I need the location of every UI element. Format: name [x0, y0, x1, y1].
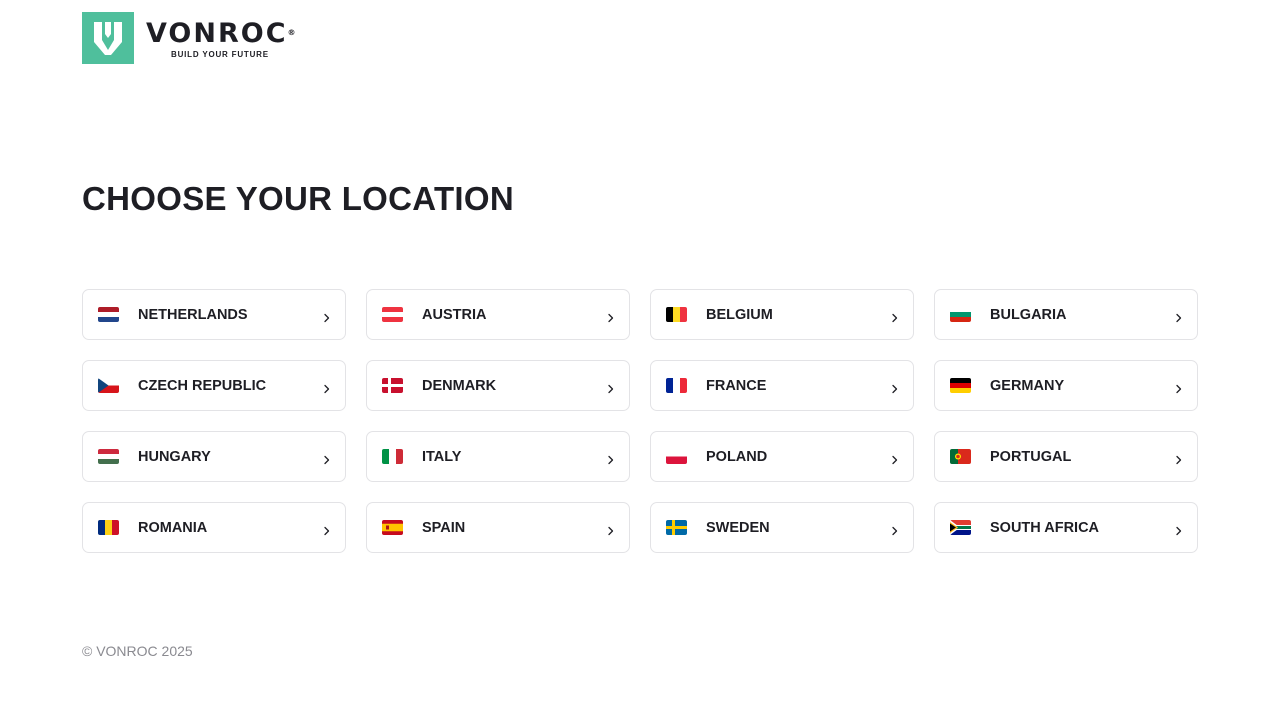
country-card-czech-republic[interactable]: CZECH REPUBLIC	[82, 360, 346, 411]
country-card-hungary[interactable]: HUNGARY	[82, 431, 346, 482]
flag-be-icon	[666, 307, 687, 322]
country-label: BELGIUM	[706, 306, 773, 323]
flag-bg-icon	[950, 307, 971, 322]
chevron-right-icon	[891, 523, 899, 535]
flag-de-icon	[950, 378, 971, 393]
country-label: PORTUGAL	[990, 448, 1072, 465]
country-card-poland[interactable]: POLAND	[650, 431, 914, 482]
country-card-germany[interactable]: GERMANY	[934, 360, 1198, 411]
vonroc-logo-link[interactable]: VONROC ® BUILD YOUR FUTURE	[82, 12, 296, 64]
country-card-sweden[interactable]: SWEDEN	[650, 502, 914, 553]
country-label: CZECH REPUBLIC	[138, 377, 267, 394]
country-label: BULGARIA	[990, 306, 1067, 323]
flag-cz-icon	[98, 378, 119, 393]
country-label: SWEDEN	[706, 519, 770, 536]
flag-ro-icon	[98, 520, 119, 535]
chevron-right-icon	[1175, 310, 1183, 322]
country-card-romania[interactable]: ROMANIA	[82, 502, 346, 553]
country-card-belgium[interactable]: BELGIUM	[650, 289, 914, 340]
chevron-right-icon	[1175, 381, 1183, 393]
country-label: DENMARK	[422, 377, 497, 394]
country-grid: NETHERLANDS AUSTRIA BELGIUM BULGARIA CZECH R…	[82, 289, 1198, 553]
footer-copyright: © VONROC 2025	[82, 643, 193, 659]
country-card-netherlands[interactable]: NETHERLANDS	[82, 289, 346, 340]
chevron-right-icon	[323, 310, 331, 322]
flag-pl-icon	[666, 449, 687, 464]
country-label: NETHERLANDS	[138, 306, 248, 323]
logo-wordmark-text: VONROC	[146, 18, 288, 49]
page-title: CHOOSE YOUR LOCATION	[82, 180, 514, 217]
country-card-bulgaria[interactable]: BULGARIA	[934, 289, 1198, 340]
chevron-right-icon	[607, 452, 615, 464]
chevron-right-icon	[891, 310, 899, 322]
chevron-right-icon	[323, 523, 331, 535]
flag-se-icon	[666, 520, 687, 535]
country-card-portugal[interactable]: PORTUGAL	[934, 431, 1198, 482]
chevron-right-icon	[323, 452, 331, 464]
chevron-right-icon	[891, 452, 899, 464]
country-card-denmark[interactable]: DENMARK	[366, 360, 630, 411]
chevron-right-icon	[1175, 452, 1183, 464]
country-card-spain[interactable]: SPAIN	[366, 502, 630, 553]
country-label: ROMANIA	[138, 519, 208, 536]
registered-mark: ®	[287, 28, 296, 37]
country-label: HUNGARY	[138, 448, 211, 465]
logo-tagline: BUILD YOUR FUTURE	[171, 50, 269, 59]
flag-pt-icon	[950, 449, 971, 464]
flag-es-icon	[382, 520, 403, 535]
country-label: SPAIN	[422, 519, 466, 536]
chevron-right-icon	[607, 310, 615, 322]
country-label: AUSTRIA	[422, 306, 487, 323]
country-label: ITALY	[422, 448, 462, 465]
country-card-south-africa[interactable]: SOUTH AFRICA	[934, 502, 1198, 553]
country-card-france[interactable]: FRANCE	[650, 360, 914, 411]
country-label: FRANCE	[706, 377, 767, 394]
page: VONROC ® BUILD YOUR FUTURE CHOOSE YOUR LO…	[0, 0, 1280, 720]
chevron-right-icon	[1175, 523, 1183, 535]
chevron-right-icon	[891, 381, 899, 393]
country-label: SOUTH AFRICA	[990, 519, 1100, 536]
country-label: POLAND	[706, 448, 768, 465]
logo-wordmark: VONROC ®	[146, 18, 296, 49]
chevron-right-icon	[607, 523, 615, 535]
flag-hu-icon	[98, 449, 119, 464]
flag-at-icon	[382, 307, 403, 322]
vonroc-logo-icon	[82, 12, 134, 64]
flag-nl-icon	[98, 307, 119, 322]
chevron-right-icon	[607, 381, 615, 393]
chevron-right-icon	[323, 381, 331, 393]
country-card-italy[interactable]: ITALY	[366, 431, 630, 482]
country-label: GERMANY	[990, 377, 1065, 394]
flag-dk-icon	[382, 378, 403, 393]
flag-it-icon	[382, 449, 403, 464]
flag-za-icon	[950, 520, 971, 535]
flag-fr-icon	[666, 378, 687, 393]
country-card-austria[interactable]: AUSTRIA	[366, 289, 630, 340]
